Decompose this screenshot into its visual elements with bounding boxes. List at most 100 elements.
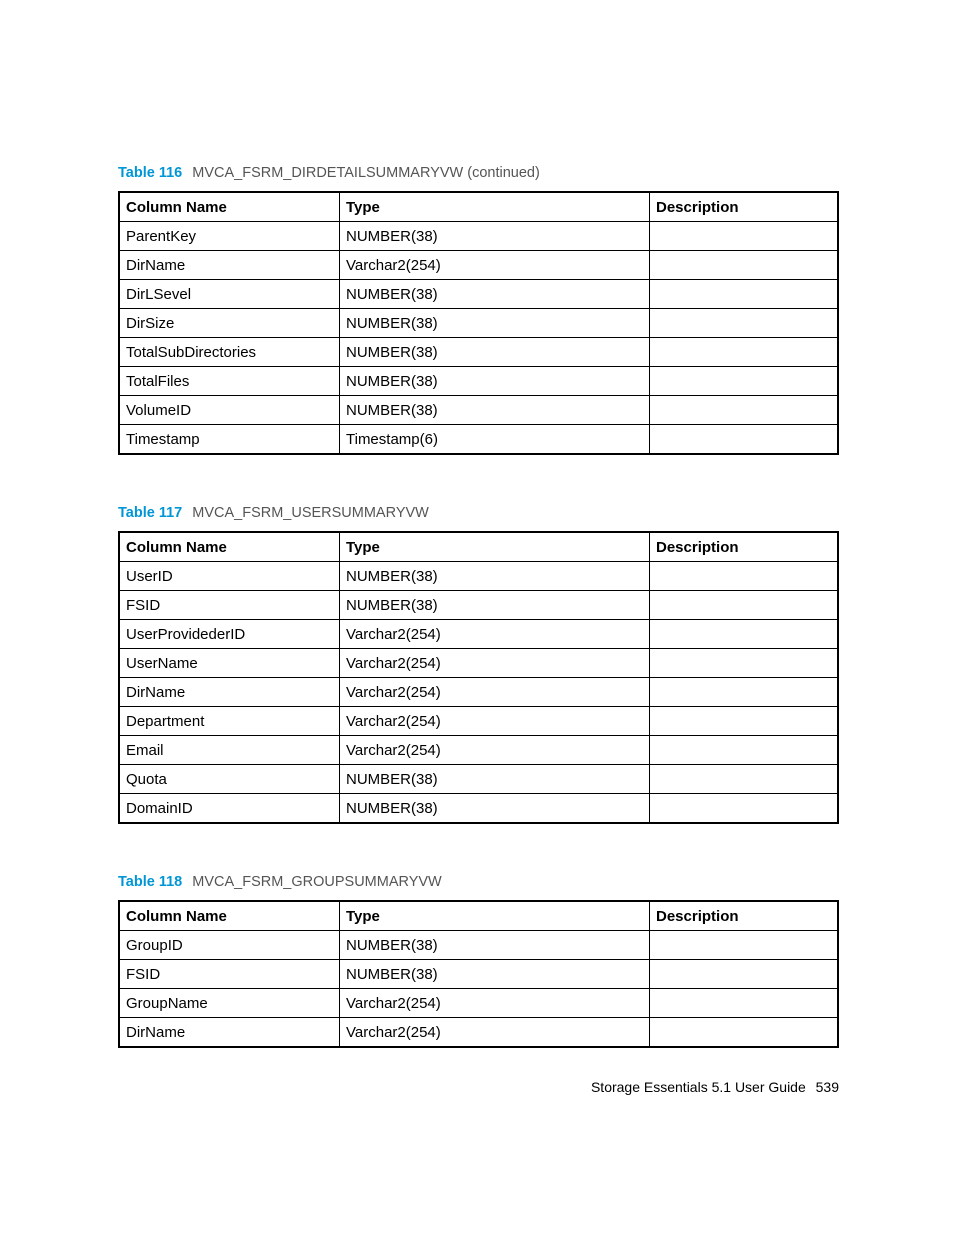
col-header: Description: [650, 533, 838, 562]
cell: DirName: [120, 678, 340, 707]
cell: [650, 794, 838, 823]
cell: Varchar2(254): [340, 707, 650, 736]
table-row: DirNameVarchar2(254): [120, 251, 838, 280]
table-row: ParentKeyNUMBER(38): [120, 222, 838, 251]
cell: Varchar2(254): [340, 1018, 650, 1047]
col-header: Type: [340, 533, 650, 562]
doc-title: Storage Essentials 5.1 User Guide: [591, 1079, 806, 1095]
cell: [650, 309, 838, 338]
table-row: DirSizeNUMBER(38): [120, 309, 838, 338]
col-header: Type: [340, 193, 650, 222]
cell: FSID: [120, 960, 340, 989]
cell: [650, 678, 838, 707]
cell: DomainID: [120, 794, 340, 823]
table-title: MVCA_FSRM_USERSUMMARYVW: [192, 505, 429, 521]
cell: ParentKey: [120, 222, 340, 251]
table-row: UserNameVarchar2(254): [120, 649, 838, 678]
table-number: Table 117: [118, 505, 182, 521]
cell: NUMBER(38): [340, 931, 650, 960]
table-caption: Table 116 MVCA_FSRM_DIRDETAILSUMMARYVW (…: [118, 165, 839, 181]
table-row: GroupIDNUMBER(38): [120, 931, 838, 960]
cell: Timestamp(6): [340, 425, 650, 454]
cell: NUMBER(38): [340, 765, 650, 794]
cell: NUMBER(38): [340, 562, 650, 591]
cell: [650, 960, 838, 989]
table-caption: Table 118 MVCA_FSRM_GROUPSUMMARYVW: [118, 874, 839, 890]
table-header-row: Column Name Type Description: [120, 533, 838, 562]
cell: [650, 425, 838, 454]
table-title: MVCA_FSRM_DIRDETAILSUMMARYVW (continued): [192, 165, 540, 181]
cell: FSID: [120, 591, 340, 620]
table-row: DirLSevelNUMBER(38): [120, 280, 838, 309]
cell: [650, 367, 838, 396]
cell: [650, 396, 838, 425]
cell: Quota: [120, 765, 340, 794]
table-number: Table 118: [118, 874, 182, 890]
cell: Varchar2(254): [340, 620, 650, 649]
cell: [650, 280, 838, 309]
col-header: Description: [650, 902, 838, 931]
table-row: TotalFilesNUMBER(38): [120, 367, 838, 396]
page-content: Table 116 MVCA_FSRM_DIRDETAILSUMMARYVW (…: [0, 0, 954, 1048]
cell: [650, 222, 838, 251]
cell: Timestamp: [120, 425, 340, 454]
col-header: Description: [650, 193, 838, 222]
table-row: VolumeIDNUMBER(38): [120, 396, 838, 425]
cell: DirLSevel: [120, 280, 340, 309]
cell: DirName: [120, 251, 340, 280]
cell: NUMBER(38): [340, 396, 650, 425]
cell: Department: [120, 707, 340, 736]
table-row: TimestampTimestamp(6): [120, 425, 838, 454]
cell: UserName: [120, 649, 340, 678]
cell: Varchar2(254): [340, 649, 650, 678]
table-row: UserProvidederIDVarchar2(254): [120, 620, 838, 649]
page-number: 539: [816, 1079, 839, 1095]
cell: [650, 989, 838, 1018]
table-row: DomainIDNUMBER(38): [120, 794, 838, 823]
table-row: DirNameVarchar2(254): [120, 678, 838, 707]
table-row: UserIDNUMBER(38): [120, 562, 838, 591]
table-row: GroupNameVarchar2(254): [120, 989, 838, 1018]
table-row: EmailVarchar2(254): [120, 736, 838, 765]
table-row: DirNameVarchar2(254): [120, 1018, 838, 1047]
table-header-row: Column Name Type Description: [120, 902, 838, 931]
cell: [650, 562, 838, 591]
cell: Varchar2(254): [340, 251, 650, 280]
table-title: MVCA_FSRM_GROUPSUMMARYVW: [192, 874, 441, 890]
cell: VolumeID: [120, 396, 340, 425]
cell: NUMBER(38): [340, 794, 650, 823]
cell: NUMBER(38): [340, 222, 650, 251]
table-number: Table 116: [118, 165, 182, 181]
cell: UserID: [120, 562, 340, 591]
cell: GroupName: [120, 989, 340, 1018]
cell: TotalSubDirectories: [120, 338, 340, 367]
col-header: Type: [340, 902, 650, 931]
cell: [650, 338, 838, 367]
table-116: Column Name Type Description ParentKeyNU…: [118, 191, 839, 455]
table-caption: Table 117 MVCA_FSRM_USERSUMMARYVW: [118, 505, 839, 521]
cell: DirName: [120, 1018, 340, 1047]
table-row: DepartmentVarchar2(254): [120, 707, 838, 736]
cell: UserProvidederID: [120, 620, 340, 649]
cell: [650, 736, 838, 765]
table-row: QuotaNUMBER(38): [120, 765, 838, 794]
table-118: Column Name Type Description GroupIDNUMB…: [118, 900, 839, 1048]
page-footer: Storage Essentials 5.1 User Guide 539: [591, 1079, 839, 1095]
col-header: Column Name: [120, 902, 340, 931]
cell: NUMBER(38): [340, 280, 650, 309]
table-header-row: Column Name Type Description: [120, 193, 838, 222]
cell: [650, 765, 838, 794]
cell: Email: [120, 736, 340, 765]
cell: [650, 707, 838, 736]
cell: [650, 251, 838, 280]
cell: [650, 931, 838, 960]
table-row: TotalSubDirectoriesNUMBER(38): [120, 338, 838, 367]
cell: GroupID: [120, 931, 340, 960]
cell: [650, 620, 838, 649]
table-row: FSIDNUMBER(38): [120, 591, 838, 620]
cell: Varchar2(254): [340, 736, 650, 765]
cell: [650, 649, 838, 678]
col-header: Column Name: [120, 533, 340, 562]
table-117: Column Name Type Description UserIDNUMBE…: [118, 531, 839, 824]
cell: NUMBER(38): [340, 338, 650, 367]
